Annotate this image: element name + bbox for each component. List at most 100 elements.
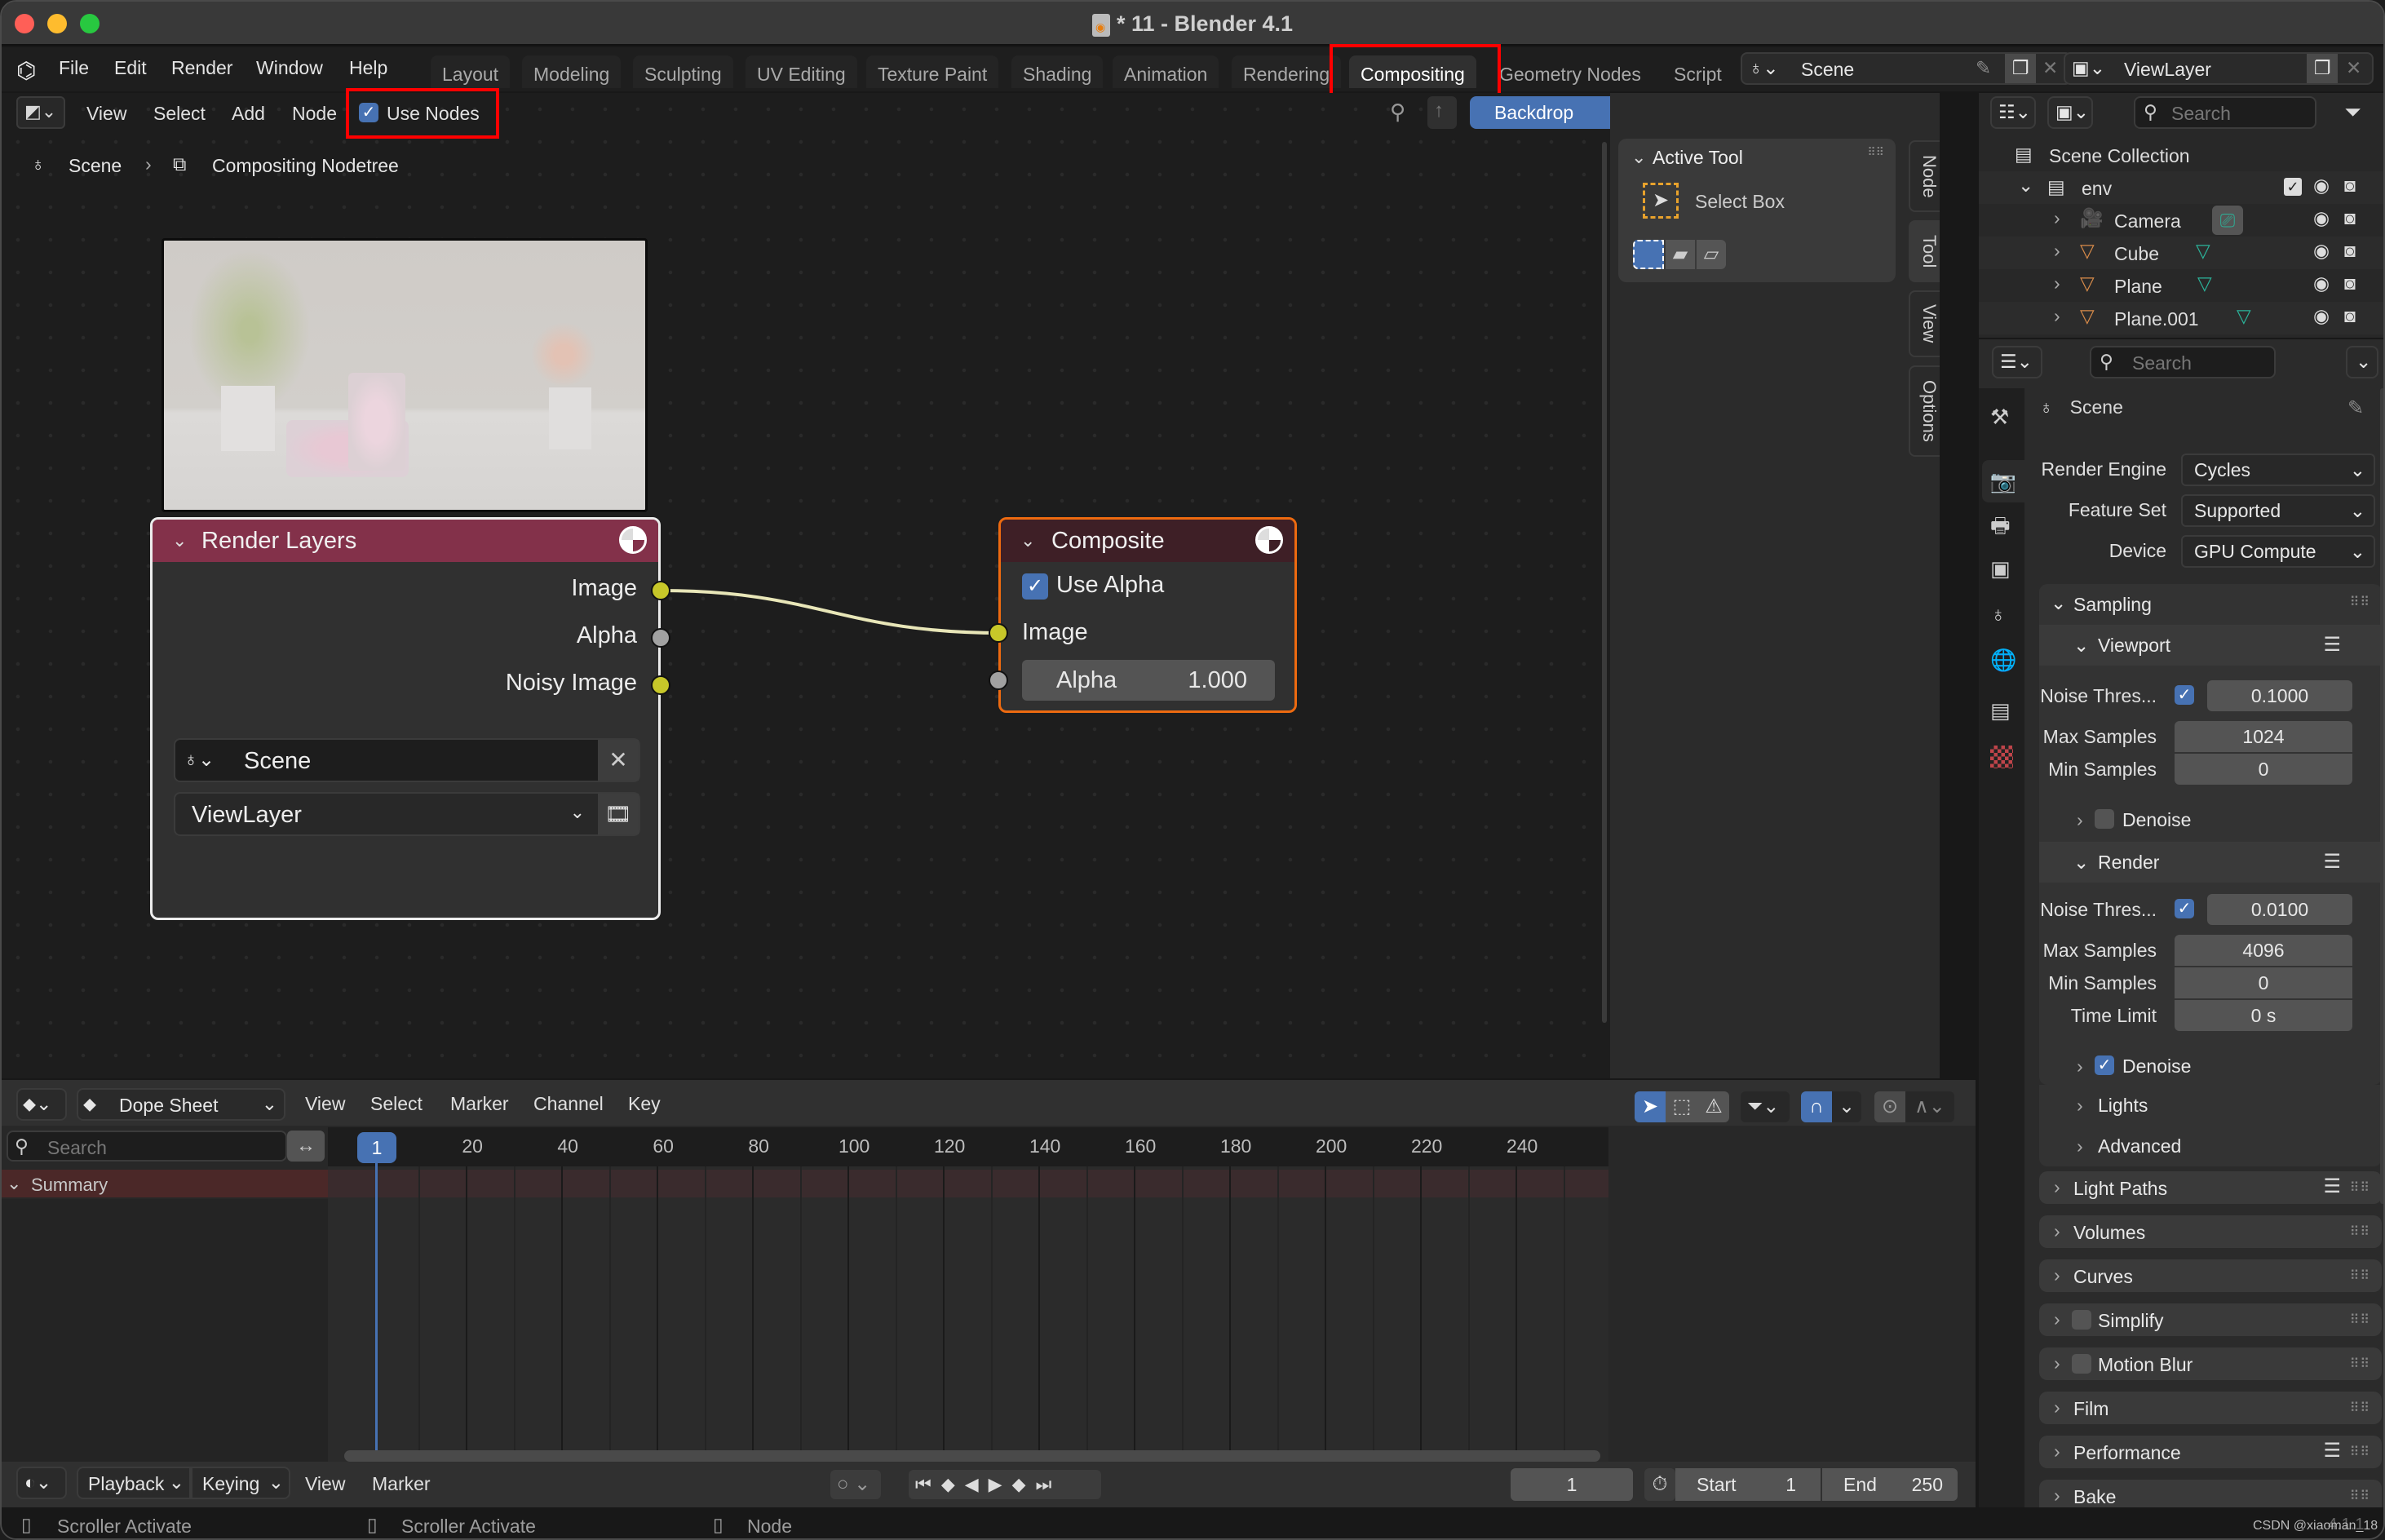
chevron-right-icon[interactable]: › — [2054, 207, 2060, 229]
preview-range-toggle[interactable]: ⏱ — [1644, 1468, 1675, 1501]
sidebar-tab-options[interactable]: Options — [1909, 365, 1940, 457]
proportional-edit-toggle[interactable]: ⊙ — [1874, 1091, 1905, 1122]
camera-render-icon[interactable]: ◙ — [2344, 272, 2356, 294]
sidebar-tab-view[interactable]: View — [1909, 290, 1940, 357]
viewport-max-samples-field[interactable]: 1024 — [2175, 721, 2352, 752]
play-button[interactable]: ▶ — [989, 1474, 1012, 1494]
presets-icon[interactable]: ☰ — [2323, 1175, 2341, 1198]
tab-shading[interactable]: Shading — [1011, 55, 1104, 88]
scene-selector[interactable]: ♁⌄ Scene ✎ ❐ ✕ — [1741, 52, 2072, 85]
properties-options-button[interactable]: ⌄ — [2346, 346, 2378, 378]
world-tab-icon[interactable]: 🌐 — [1990, 648, 2016, 673]
current-frame-indicator[interactable]: 1 — [357, 1132, 396, 1163]
prev-keyframe-button[interactable]: ◆ — [941, 1474, 965, 1494]
dope-sheet-editor[interactable]: ⬥⌄ ⬥ Dope Sheet ⌄ View Select Marker Cha… — [2, 1080, 1976, 1486]
viewlayer-selector[interactable]: ▣⌄ ViewLayer ❐ ✕ — [2064, 52, 2374, 85]
node-preview-icon[interactable] — [619, 526, 647, 554]
render-engine-dropdown[interactable]: Cycles ⌄ — [2181, 454, 2375, 486]
performance-panel[interactable]: › Performance ☰ ⠿⠿ — [2039, 1436, 2382, 1468]
current-frame-field[interactable]: 1 — [1511, 1468, 1633, 1501]
summary-channel[interactable]: ⌄ Summary — [2, 1170, 328, 1197]
texture-tab-icon[interactable] — [1990, 746, 2013, 768]
next-keyframe-button[interactable]: ◆ — [1012, 1474, 1036, 1494]
dope-search-input[interactable]: ⚲ Search — [7, 1131, 287, 1162]
node-editor-scrollbar[interactable] — [1602, 142, 1607, 1023]
drag-grip-icon[interactable]: ⠿⠿ — [2350, 1179, 2370, 1196]
tab-modeling[interactable]: Modeling — [522, 55, 622, 88]
outliner-row-env[interactable]: ⌄ ▤ env ✓ ◉ ◙ — [1979, 171, 2383, 204]
drag-grip-icon[interactable]: ⠿⠿ — [2350, 1400, 2370, 1416]
select-tool-button[interactable]: ➤ — [1635, 1091, 1666, 1122]
outliner-search-input[interactable]: ⚲ Search — [2134, 96, 2316, 129]
composite-alpha-field[interactable]: Alpha 1.000 — [1022, 660, 1275, 701]
chevron-down-icon[interactable]: ⌄ — [1631, 147, 1646, 168]
composite-node-header[interactable]: ⌄ Composite — [1001, 520, 1294, 562]
viewport-noise-threshold-field[interactable]: 0.1000 — [2207, 680, 2352, 711]
properties-editor-type-button[interactable]: ☰⌄ — [1992, 346, 2042, 378]
composite-alpha-input-socket[interactable] — [989, 670, 1008, 690]
eye-icon[interactable]: ◉ — [2313, 240, 2330, 262]
outliner-filter-viewlayer-button[interactable]: ▣⌄ — [2047, 96, 2093, 129]
end-frame-field[interactable]: End 250 — [1822, 1468, 1958, 1501]
chevron-down-icon[interactable]: ⌄ — [172, 520, 187, 562]
menu-edit[interactable]: Edit — [114, 57, 147, 79]
playback-menu[interactable]: Playback ⌄ — [77, 1467, 191, 1499]
motion-blur-checkbox[interactable] — [2072, 1354, 2091, 1374]
eye-icon[interactable]: ◉ — [2313, 305, 2330, 327]
render-layers-image-output-socket[interactable] — [651, 581, 670, 600]
play-reverse-button[interactable]: ◀ — [965, 1474, 989, 1494]
properties-search-input[interactable]: ⚲ Search — [2090, 346, 2276, 378]
mesh-data-icon[interactable]: ▽ — [2197, 272, 2212, 294]
falloff-dropdown[interactable]: ∧⌄ — [1905, 1091, 1954, 1122]
close-icon[interactable]: ✕ — [2346, 57, 2361, 79]
sidebar-tab-tool[interactable]: Tool — [1909, 220, 1940, 282]
tab-script[interactable]: Script — [1662, 55, 1733, 88]
camera-render-icon[interactable]: ◙ — [2344, 240, 2356, 262]
render-layers-node[interactable]: ⌄ Render Layers Image Alpha Noisy Image … — [150, 517, 661, 920]
camera-render-icon[interactable]: ◙ — [2344, 175, 2356, 197]
render-min-samples-field[interactable]: 0 — [2175, 967, 2352, 998]
clear-scene-button[interactable]: ✕ — [598, 740, 639, 781]
use-alpha-checkbox[interactable]: ✓ — [1022, 573, 1048, 600]
render-layer-button[interactable]: 🎞 — [598, 794, 639, 834]
presets-icon[interactable]: ☰ — [2323, 850, 2341, 874]
viewport-min-samples-field[interactable]: 0 — [2175, 754, 2352, 785]
render-tab-icon[interactable]: 📷 — [1982, 460, 2024, 502]
presets-icon[interactable]: ☰ — [2323, 1439, 2341, 1463]
render-layers-noisy-image-output-socket[interactable] — [651, 675, 670, 695]
tab-texture-paint[interactable]: Texture Paint — [866, 55, 999, 88]
pin-icon[interactable]: ✎ — [2347, 396, 2364, 420]
drag-grip-icon[interactable]: ⠿⠿ — [2350, 1224, 2370, 1240]
camera-render-icon[interactable]: ◙ — [2344, 207, 2356, 229]
dope-editor-type-button[interactable]: ⬥⌄ — [16, 1088, 67, 1121]
bake-panel[interactable]: › Bake ⠿⠿ — [2039, 1480, 2382, 1507]
tool-tab-icon[interactable]: ⚒ — [1990, 405, 2009, 430]
dope-menu-view[interactable]: View — [305, 1093, 345, 1115]
filter-dropdown[interactable]: ⏷⌄ — [1741, 1091, 1790, 1122]
viewport-subpanel-header[interactable]: ⌄ Viewport ☰ — [2039, 625, 2382, 666]
select-mode-subtract-button[interactable]: ▱ — [1697, 240, 1726, 269]
duplicate-scene-icon[interactable]: ❐ — [2005, 54, 2036, 83]
tab-uv-editing[interactable]: UV Editing — [746, 55, 857, 88]
outliner-row-plane-001[interactable]: › ▽ Plane.001 ▽ ◉ ◙ — [1979, 302, 2383, 334]
render-layers-node-header[interactable]: ⌄ Render Layers — [153, 520, 658, 562]
pin-icon[interactable]: ✎ — [1976, 57, 1991, 79]
exclude-checkbox[interactable]: ✓ — [2284, 178, 2302, 196]
swap-filter-button[interactable]: ↔ — [287, 1131, 325, 1162]
close-icon[interactable]: ✕ — [2042, 57, 2058, 79]
dope-sheet-mode-dropdown[interactable]: ⬥ Dope Sheet ⌄ — [77, 1088, 285, 1121]
sidebar-tab-node[interactable]: Node — [1909, 140, 1940, 212]
render-noise-threshold-field[interactable]: 0.0100 — [2207, 894, 2352, 925]
chevron-right-icon[interactable]: › — [2054, 305, 2060, 327]
drag-grip-icon[interactable]: ⠿⠿ — [2350, 594, 2370, 610]
render-layers-viewlayer-dropdown[interactable]: ViewLayer ⌄ 🎞 — [174, 792, 640, 836]
drag-grip-icon[interactable]: ⠿⠿ — [1867, 145, 1884, 159]
collection-tab-icon[interactable]: ▤ — [1990, 698, 2011, 724]
mesh-data-icon[interactable]: ▽ — [2237, 305, 2251, 327]
timeline-menu-marker[interactable]: Marker — [372, 1473, 431, 1495]
box-select-button[interactable]: ⬚ — [1666, 1091, 1698, 1122]
render-time-limit-field[interactable]: 0 s — [2175, 1000, 2352, 1031]
feature-set-dropdown[interactable]: Supported ⌄ — [2181, 494, 2375, 527]
dope-menu-key[interactable]: Key — [628, 1093, 661, 1115]
light-paths-panel[interactable]: › Light Paths ☰ ⠿⠿ — [2039, 1171, 2382, 1204]
